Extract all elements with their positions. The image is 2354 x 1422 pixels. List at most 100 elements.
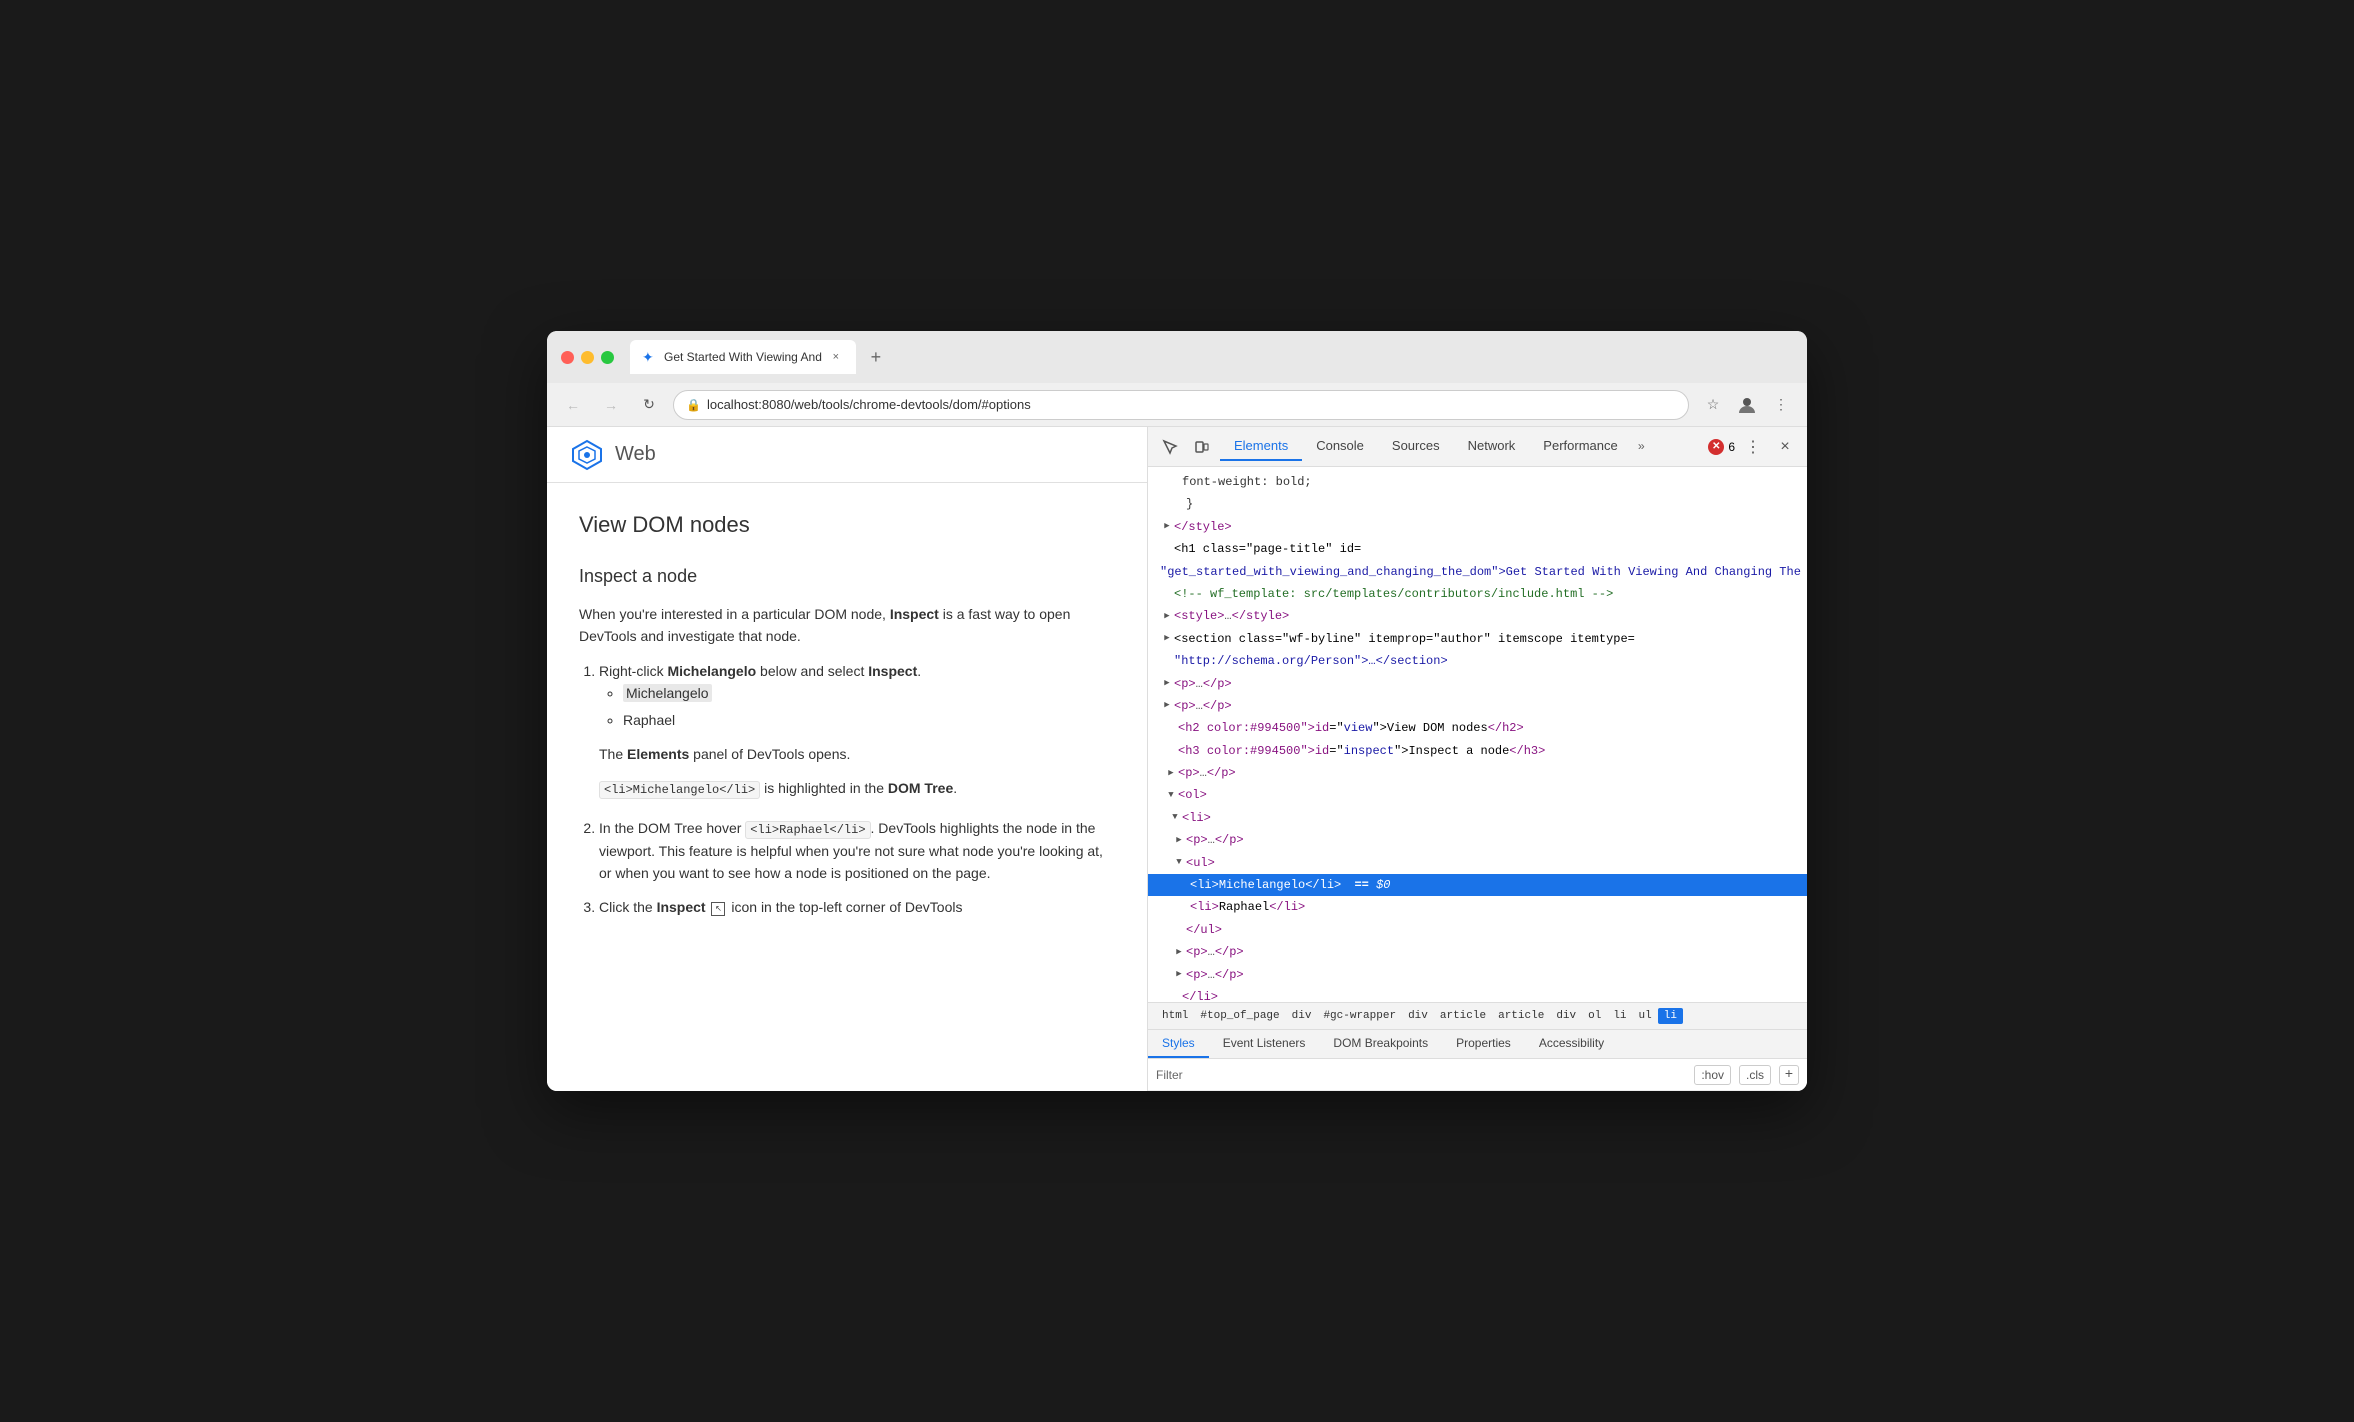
browser-menu-icon[interactable]: ⋮ bbox=[1767, 391, 1795, 419]
error-icon: ✕ bbox=[1708, 439, 1724, 455]
dom-tree-line[interactable]: <p>…</p> bbox=[1148, 941, 1807, 963]
filter-add-button[interactable]: + bbox=[1779, 1065, 1799, 1085]
dom-tree-line[interactable]: <p>…</p> bbox=[1148, 762, 1807, 784]
dom-tree-line[interactable]: "get_started_with_viewing_and_changing_t… bbox=[1148, 561, 1807, 583]
breadcrumb-item[interactable]: #top_of_page bbox=[1194, 1008, 1285, 1024]
bottom-tab-dom-breakpoints[interactable]: DOM Breakpoints bbox=[1319, 1030, 1442, 1058]
dom-tree-line[interactable]: </li> bbox=[1148, 986, 1807, 1002]
main-area: Web View DOM nodes Inspect a node When y… bbox=[547, 427, 1807, 1091]
dom-tree-line[interactable]: <p>…</p> bbox=[1148, 829, 1807, 851]
dom-tree-line[interactable]: <h3 color:#994500">id="inspect">Inspect … bbox=[1148, 740, 1807, 762]
tab-elements[interactable]: Elements bbox=[1220, 432, 1302, 461]
dom-tree-line[interactable]: <li>Michelangelo</li> == $0 bbox=[1148, 874, 1807, 896]
tab-title: Get Started With Viewing And bbox=[664, 350, 822, 364]
bottom-tab-event-listeners[interactable]: Event Listeners bbox=[1209, 1030, 1320, 1058]
breadcrumb-item[interactable]: li bbox=[1658, 1008, 1683, 1024]
dom-tree-line[interactable]: <style>…</style> bbox=[1148, 605, 1807, 627]
breadcrumb-item[interactable]: div bbox=[1286, 1008, 1318, 1024]
traffic-lights bbox=[561, 351, 614, 364]
close-window-button[interactable] bbox=[561, 351, 574, 364]
step1-bold1: Michelangelo bbox=[667, 663, 756, 679]
page-content: Web View DOM nodes Inspect a node When y… bbox=[547, 427, 1147, 1091]
breadcrumb-item[interactable]: li bbox=[1607, 1008, 1632, 1024]
breadcrumb-item[interactable]: ol bbox=[1582, 1008, 1607, 1024]
devtools-tabs: Elements Console Sources Network Perform… bbox=[1220, 432, 1704, 461]
dom-tree-line[interactable]: } bbox=[1148, 493, 1807, 515]
tab-console[interactable]: Console bbox=[1302, 432, 1378, 461]
devtools-filter-bar: Filter :hov .cls + bbox=[1148, 1059, 1807, 1091]
step1-bold2: Inspect bbox=[868, 663, 917, 679]
filter-cls[interactable]: .cls bbox=[1739, 1065, 1771, 1085]
filter-input[interactable]: Filter bbox=[1156, 1068, 1686, 1082]
address-actions: ☆ ⋮ bbox=[1699, 391, 1795, 419]
url-text: localhost:8080/web/tools/chrome-devtools… bbox=[707, 397, 1676, 412]
bottom-tab-properties[interactable]: Properties bbox=[1442, 1030, 1525, 1058]
dom-tree-line[interactable]: "http://schema.org/Person">…</section> bbox=[1148, 650, 1807, 672]
page-header: Web bbox=[547, 427, 1147, 483]
reload-button[interactable]: ↻ bbox=[635, 391, 663, 419]
tab-favicon: ✦ bbox=[642, 349, 658, 365]
dom-tree-line[interactable]: <h1 class="page-title" id= bbox=[1148, 538, 1807, 560]
step3-bold: Inspect bbox=[657, 899, 706, 915]
devtools-close-button[interactable]: × bbox=[1771, 433, 1799, 461]
filter-hov[interactable]: :hov bbox=[1694, 1065, 1731, 1085]
breadcrumb-item[interactable]: article bbox=[1434, 1008, 1492, 1024]
breadcrumb-item[interactable]: ul bbox=[1633, 1008, 1658, 1024]
dom-tree-line[interactable]: </ul> bbox=[1148, 919, 1807, 941]
dom-tree-line[interactable]: <section class="wf-byline" itemprop="aut… bbox=[1148, 628, 1807, 650]
li-michelangelo-code: <li>Michelangelo</li> bbox=[599, 781, 760, 799]
breadcrumb-item[interactable]: div bbox=[1550, 1008, 1582, 1024]
security-icon: 🔒 bbox=[686, 398, 701, 412]
breadcrumb-item[interactable]: div bbox=[1402, 1008, 1434, 1024]
dom-tree-line[interactable]: <!-- wf_template: src/templates/contribu… bbox=[1148, 583, 1807, 605]
site-logo-icon bbox=[571, 439, 603, 471]
dom-tree-line[interactable]: <ol> bbox=[1148, 784, 1807, 806]
highlighted-note: <li>Michelangelo</li> is highlighted in … bbox=[599, 777, 1115, 800]
tab-close-button[interactable]: × bbox=[828, 349, 844, 365]
dom-tree-line[interactable]: <li> bbox=[1148, 807, 1807, 829]
dom-tree-line[interactable]: <h2 color:#994500">id="view">View DOM no… bbox=[1148, 717, 1807, 739]
dom-tree-line[interactable]: <p>…</p> bbox=[1148, 695, 1807, 717]
tab-sources[interactable]: Sources bbox=[1378, 432, 1454, 461]
dom-tree-line[interactable]: <ul> bbox=[1148, 852, 1807, 874]
step1-text: Right-click Michelangelo below and selec… bbox=[599, 663, 921, 679]
bottom-tab-accessibility[interactable]: Accessibility bbox=[1525, 1030, 1618, 1058]
bookmark-icon[interactable]: ☆ bbox=[1699, 391, 1727, 419]
forward-button[interactable]: → bbox=[597, 391, 625, 419]
step-2: In the DOM Tree hover <li>Raphael</li>. … bbox=[599, 817, 1115, 885]
dom-tree-line[interactable]: <li>Raphael</li> bbox=[1148, 896, 1807, 918]
dom-tree-line[interactable]: <p>…</p> bbox=[1148, 964, 1807, 986]
page-heading: View DOM nodes bbox=[579, 507, 1115, 542]
maximize-window-button[interactable] bbox=[601, 351, 614, 364]
tab-network[interactable]: Network bbox=[1454, 432, 1530, 461]
steps-list-3: Click the Inspect ↖ icon in the top-left… bbox=[599, 896, 1115, 918]
breadcrumb-item[interactable]: #gc-wrapper bbox=[1317, 1008, 1402, 1024]
dom-tree-line[interactable]: font-weight: bold; bbox=[1148, 471, 1807, 493]
steps-list-2: In the DOM Tree hover <li>Raphael</li>. … bbox=[599, 817, 1115, 885]
browser-tab-active[interactable]: ✦ Get Started With Viewing And × bbox=[630, 340, 856, 374]
new-tab-button[interactable]: + bbox=[862, 343, 890, 371]
account-icon[interactable] bbox=[1733, 391, 1761, 419]
device-toggle-button[interactable] bbox=[1188, 433, 1216, 461]
intro-bold: Inspect bbox=[890, 606, 939, 622]
step-1: Right-click Michelangelo below and selec… bbox=[599, 660, 1115, 731]
back-button[interactable]: ← bbox=[559, 391, 587, 419]
dom-tree-line[interactable]: </style> bbox=[1148, 516, 1807, 538]
devtools-breadcrumb: html#top_of_pagediv#gc-wrapperdivarticle… bbox=[1148, 1002, 1807, 1030]
site-name: Web bbox=[615, 443, 656, 466]
more-tabs-button[interactable]: » bbox=[1632, 436, 1651, 458]
breadcrumb-item[interactable]: article bbox=[1492, 1008, 1550, 1024]
dom-tree-line[interactable]: <p>…</p> bbox=[1148, 673, 1807, 695]
breadcrumb-item[interactable]: html bbox=[1156, 1008, 1194, 1024]
bottom-tab-styles[interactable]: Styles bbox=[1148, 1030, 1209, 1058]
page-body: View DOM nodes Inspect a node When you'r… bbox=[547, 483, 1147, 955]
elements-bold: Elements bbox=[627, 746, 689, 762]
devtools-menu-button[interactable]: ⋮ bbox=[1739, 433, 1767, 461]
intro-text: When you're interested in a particular D… bbox=[579, 606, 886, 622]
tab-performance[interactable]: Performance bbox=[1529, 432, 1631, 461]
step-3: Click the Inspect ↖ icon in the top-left… bbox=[599, 896, 1115, 918]
minimize-window-button[interactable] bbox=[581, 351, 594, 364]
url-bar[interactable]: 🔒 localhost:8080/web/tools/chrome-devtoo… bbox=[673, 390, 1689, 420]
inspect-element-button[interactable] bbox=[1156, 433, 1184, 461]
error-count: 6 bbox=[1728, 440, 1735, 454]
